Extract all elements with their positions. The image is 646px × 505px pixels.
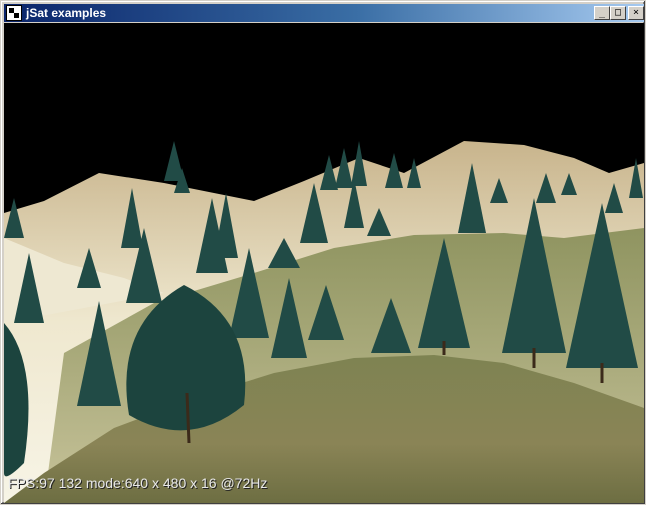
title-bar[interactable]: jSat examples _ □ × <box>4 4 644 22</box>
minimize-icon: _ <box>598 7 606 18</box>
fps-readout: FPS:97 132 mode:640 x 480 x 16 @72Hz <box>8 475 268 491</box>
terrain-scene <box>4 23 644 503</box>
maximize-icon: □ <box>614 7 622 18</box>
application-window: jSat examples _ □ × FPS:97 132 mode:640 … <box>0 0 646 505</box>
window-title: jSat examples <box>26 6 107 20</box>
app-icon[interactable] <box>6 5 22 21</box>
3d-viewport[interactable]: FPS:97 132 mode:640 x 480 x 16 @72Hz <box>4 23 644 503</box>
minimize-button[interactable]: _ <box>594 6 610 20</box>
close-button[interactable]: × <box>628 6 644 20</box>
maximize-button[interactable]: □ <box>610 6 626 20</box>
close-icon: × <box>632 7 640 18</box>
